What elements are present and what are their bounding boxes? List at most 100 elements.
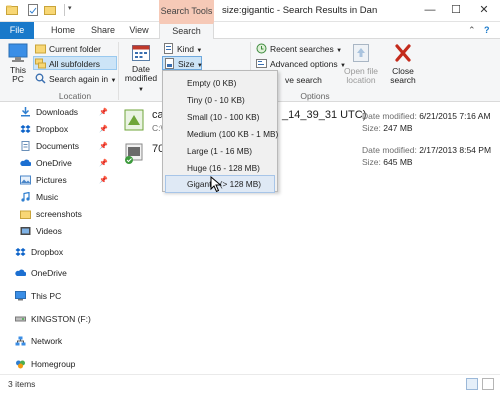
size-option-tiny[interactable]: Tiny (0 - 10 KB)	[165, 91, 275, 109]
minimize-button[interactable]: —	[416, 0, 444, 22]
nav-item-label: OneDrive	[36, 158, 72, 168]
nav-item-documents[interactable]: Documents	[20, 138, 79, 154]
navigation-pane: Downloads 📌 Dropbox 📌 Documents 📌 OneDri…	[0, 103, 112, 374]
date-label: Date modified:	[362, 111, 417, 121]
open-file-location-icon	[353, 44, 369, 62]
all-subfolders-label: All subfolders	[49, 59, 101, 69]
nav-item-label: Documents	[36, 141, 79, 151]
help-icon[interactable]: ?	[484, 25, 490, 35]
nav-item-music[interactable]: Music	[20, 189, 58, 205]
kind-icon	[164, 43, 173, 54]
chevron-down-icon: ▼	[138, 86, 144, 93]
title-bar: ▾ Search Tools size:gigantic - Search Re…	[0, 0, 500, 22]
recent-searches-button[interactable]: Recent searches ▼	[256, 42, 342, 56]
result-date: Date modified: 2/17/2013 8:54 PM	[362, 145, 491, 155]
search-tools-context-label: Search Tools	[159, 0, 214, 22]
kind-button[interactable]: Kind ▼	[163, 42, 202, 56]
dropbox-icon	[15, 248, 26, 256]
date-label: Date modified:	[362, 145, 417, 155]
nav-item-onedrive[interactable]: OneDrive	[20, 155, 72, 171]
pin-icon[interactable]: 📌	[99, 142, 108, 150]
new-folder-icon[interactable]	[44, 4, 56, 16]
result-date: Date modified: 6/21/2015 7:16 AM	[362, 111, 491, 121]
computer-icon	[8, 43, 28, 62]
properties-icon[interactable]	[27, 4, 39, 16]
date-modified-button[interactable]: Date modified ▼	[122, 42, 160, 95]
size-value: 645 MB	[383, 157, 413, 167]
tab-share[interactable]: Share	[86, 22, 120, 39]
nav-item-dropbox[interactable]: Dropbox	[20, 121, 68, 137]
advanced-options-icon	[256, 59, 267, 68]
size-option-small[interactable]: Small (10 - 100 KB)	[165, 108, 275, 126]
this-pc-label: This PC	[9, 64, 27, 84]
recent-searches-icon	[256, 43, 267, 54]
nav-item-label: Pictures	[36, 175, 67, 185]
nav-item-onedrive-root[interactable]: OneDrive	[15, 265, 67, 281]
video-file-icon	[125, 143, 143, 164]
maximize-button[interactable]: ☐	[442, 0, 470, 22]
pin-icon[interactable]: 📌	[99, 159, 108, 167]
size-option-large[interactable]: Large (1 - 16 MB)	[165, 142, 275, 160]
search-again-in-label: Search again in	[49, 74, 109, 84]
nav-item-homegroup[interactable]: Homegroup	[15, 356, 75, 372]
search-icon	[35, 73, 46, 84]
this-pc-button[interactable]: This PC	[4, 43, 32, 85]
close-search-button[interactable]: Close search	[387, 42, 419, 86]
close-search-icon	[395, 44, 411, 62]
group-divider	[118, 42, 119, 100]
advanced-options-button[interactable]: Advanced options ▼	[256, 57, 346, 71]
calendar-icon	[132, 45, 150, 61]
folder-icon	[35, 44, 46, 54]
open-file-location-button[interactable]: Open file location	[341, 42, 381, 86]
large-icons-view-button[interactable]	[482, 378, 494, 390]
tab-search[interactable]: Search	[159, 22, 214, 40]
tab-file[interactable]: File	[0, 22, 34, 39]
size-button[interactable]: Size ▼	[162, 56, 203, 70]
size-dropdown-menu: Empty (0 KB) Tiny (0 - 10 KB) Small (10 …	[162, 70, 278, 193]
subfolders-icon	[35, 58, 46, 69]
nav-item-kingston-drive[interactable]: KINGSTON (F:)	[15, 311, 91, 327]
date-value: 6/21/2015 7:16 AM	[419, 111, 491, 121]
tab-home[interactable]: Home	[46, 22, 80, 39]
mouse-cursor-icon	[210, 176, 222, 193]
close-window-button[interactable]: ✕	[470, 0, 498, 22]
nav-item-label: Music	[36, 192, 59, 202]
chevron-down-icon: ▼	[196, 48, 203, 54]
save-search-button[interactable]: ve search	[285, 73, 322, 87]
computer-icon	[15, 291, 26, 301]
nav-item-label: This PC	[31, 291, 62, 301]
nav-item-dropbox-root[interactable]: Dropbox	[15, 244, 63, 260]
nav-item-pictures[interactable]: Pictures	[20, 172, 67, 188]
customize-quick-access-icon[interactable]: ▾	[68, 4, 72, 12]
nav-item-downloads[interactable]: Downloads	[20, 104, 78, 120]
pin-icon[interactable]: 📌	[99, 125, 108, 133]
size-label: Size:	[362, 123, 381, 133]
tab-view[interactable]: View	[124, 22, 154, 39]
nav-item-label: OneDrive	[31, 268, 67, 278]
nav-item-network[interactable]: Network	[15, 333, 62, 349]
size-option-empty[interactable]: Empty (0 KB)	[165, 74, 275, 92]
current-folder-button[interactable]: Current folder	[35, 42, 101, 56]
all-subfolders-button[interactable]: All subfolders	[33, 56, 117, 70]
pictures-icon	[20, 175, 31, 185]
search-again-in-button[interactable]: Search again in ▼	[35, 72, 116, 86]
folder-icon[interactable]	[6, 4, 18, 16]
size-option-medium[interactable]: Medium (100 KB - 1 MB)	[165, 125, 278, 143]
close-search-label-2: search	[390, 75, 416, 85]
recent-searches-label: Recent searches	[270, 44, 334, 54]
onedrive-icon	[15, 269, 26, 276]
pin-icon[interactable]: 📌	[99, 176, 108, 184]
pin-icon[interactable]: 📌	[99, 108, 108, 116]
nav-item-label: Videos	[36, 226, 62, 236]
window-title: size:gigantic - Search Results in Dan	[222, 5, 378, 16]
videos-icon	[20, 227, 31, 235]
details-view-button[interactable]	[466, 378, 478, 390]
nav-item-this-pc[interactable]: This PC	[15, 288, 61, 304]
ribbon-tab-row: File Home Share View Search ⌃ ?	[0, 22, 500, 40]
music-icon	[21, 192, 30, 202]
nav-item-label: Dropbox	[36, 124, 69, 134]
nav-item-videos[interactable]: Videos	[20, 223, 62, 239]
date-value: 2/17/2013 8:54 PM	[419, 145, 492, 155]
nav-item-screenshots[interactable]: screenshots	[20, 206, 82, 222]
collapse-ribbon-icon[interactable]: ⌃	[468, 25, 476, 36]
